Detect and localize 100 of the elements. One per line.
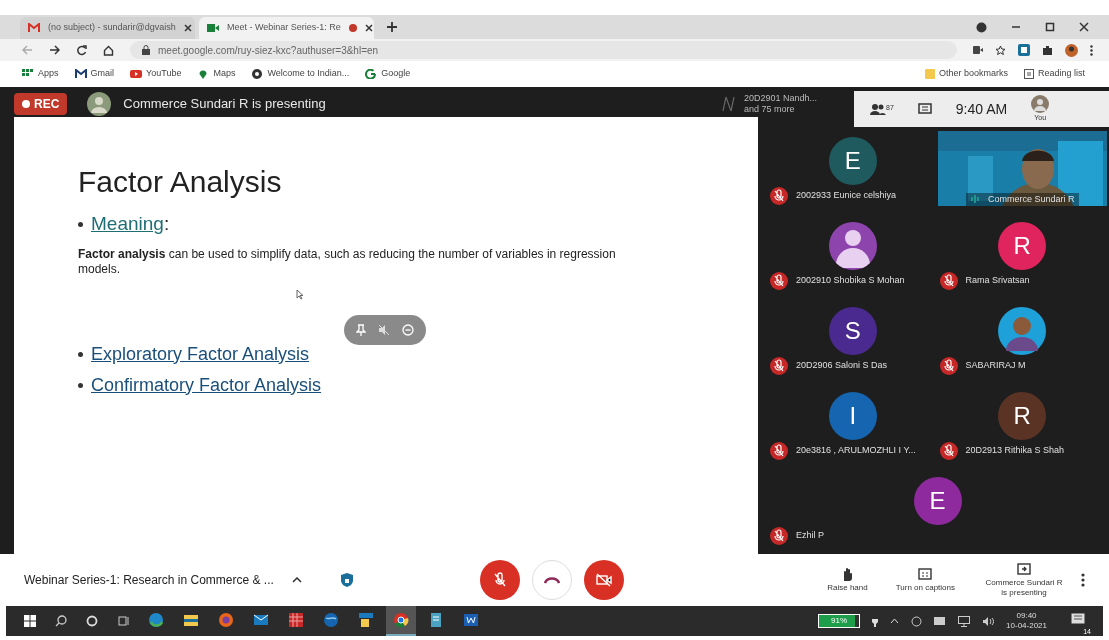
participant-name: 2002933 Eunice celshiya xyxy=(796,189,897,203)
bookmark-link[interactable]: Apps xyxy=(22,67,59,81)
search-icon[interactable] xyxy=(55,615,67,627)
bullet-icon xyxy=(78,351,83,357)
tool-icon[interactable] xyxy=(358,612,374,628)
reload-icon[interactable] xyxy=(76,44,87,56)
bookmark-link[interactable]: Google xyxy=(365,67,411,81)
present-icon xyxy=(1017,562,1031,576)
toolbar-button[interactable]: Commerce Sundari R is presenting xyxy=(983,562,1065,598)
mail-icon xyxy=(74,69,87,79)
chrome-icon[interactable] xyxy=(393,612,409,628)
muted-speaker-icon[interactable] xyxy=(378,324,390,336)
slide-paragraph: Factor analysis can be used to simplify data, such as reducing the number of variables in regression models. xyxy=(78,246,617,277)
participant-name: Commerce Sundari R xyxy=(988,192,1075,206)
participant-name: 2002910 Shobika S Mohan xyxy=(796,274,905,288)
play-icon xyxy=(130,69,143,79)
slide-link[interactable]: Confirmatory Factor Analysis xyxy=(91,371,322,399)
participant-name: Rama Srivatsan xyxy=(965,274,1030,288)
captions-icon xyxy=(918,567,933,581)
folder-icon xyxy=(924,69,935,79)
notification-icon[interactable] xyxy=(1071,613,1085,626)
participant-name: Ezhil P xyxy=(796,529,824,543)
minus-circle-icon[interactable] xyxy=(402,324,414,336)
mail-icon xyxy=(28,23,40,33)
people-icon xyxy=(870,103,886,115)
presenting-label: Commerce Sundari R is presenting xyxy=(123,95,326,114)
participant-name: SABARIRAJ M xyxy=(965,359,1026,373)
participant-name: 20D2913 Rithika S Shah xyxy=(965,444,1065,458)
browser-tab[interactable]: (no subject) - sundarir@dgvaish xyxy=(20,17,195,39)
volume-icon[interactable] xyxy=(982,615,995,627)
meaning-link[interactable]: Meaning xyxy=(91,210,164,239)
close-icon[interactable] xyxy=(364,24,373,32)
muted-mic-icon xyxy=(492,572,508,588)
bookmark-link[interactable]: YouTube xyxy=(130,67,182,81)
battery-percent: 91% xyxy=(830,615,849,627)
bookmark-link[interactable]: Gmail xyxy=(74,67,115,81)
chevron-up-icon[interactable] xyxy=(292,577,302,583)
shield-icon[interactable] xyxy=(340,572,354,588)
circle-icon[interactable] xyxy=(86,615,98,627)
camera-off-button[interactable] xyxy=(584,560,624,600)
bookmark-link[interactable]: Reading list xyxy=(1023,67,1085,81)
bookmark-link[interactable]: Maps xyxy=(197,67,236,81)
document-icon[interactable] xyxy=(428,612,444,628)
taskbar-clock[interactable]: 09:40 10-04-2021 xyxy=(1006,611,1047,631)
slide-link[interactable]: Exploratory Factor Analysis xyxy=(91,340,310,368)
star-icon[interactable] xyxy=(995,44,1006,56)
camera-off-icon xyxy=(596,573,612,587)
recording-badge: REC xyxy=(14,93,68,115)
camera-icon[interactable] xyxy=(973,46,983,54)
profile-icon[interactable] xyxy=(976,21,987,33)
avatar-initial: R xyxy=(998,222,1047,270)
address-bar[interactable]: meet.google.com/ruy-siez-kxc?authuser=3&hl=en xyxy=(130,41,957,59)
extension-icon[interactable] xyxy=(1018,44,1030,56)
clock-time: 9:40 AM xyxy=(955,99,1008,119)
network-icon[interactable] xyxy=(911,615,923,627)
participant-summary: and 75 more xyxy=(744,104,796,115)
forward-arrow-icon[interactable] xyxy=(49,45,60,55)
fox-icon[interactable] xyxy=(218,612,234,628)
hang-up-button[interactable] xyxy=(532,560,572,600)
home-icon[interactable] xyxy=(103,44,114,56)
new-tab-icon[interactable] xyxy=(386,21,398,33)
apps-grid-icon xyxy=(22,69,34,79)
mouse-cursor-icon xyxy=(296,289,304,300)
list-icon xyxy=(1023,69,1034,79)
browser-tab[interactable]: Meet - Webinar Series-1: Re xyxy=(199,17,374,39)
toolbar-button[interactable]: Turn on captions xyxy=(895,567,955,593)
word-icon[interactable] xyxy=(463,612,479,628)
menu-icon[interactable] xyxy=(1090,44,1093,56)
grid-icon[interactable] xyxy=(288,612,304,628)
lock-icon xyxy=(142,45,150,55)
camera-icon xyxy=(207,23,219,33)
slide-title: Factor Analysis xyxy=(78,164,283,200)
chat-icon[interactable] xyxy=(917,102,932,116)
monitor-icon[interactable] xyxy=(958,615,971,627)
meeting-title: Webinar Series-1: Research in Commerce & ... xyxy=(24,572,275,589)
avatar-icon[interactable] xyxy=(1065,43,1078,57)
more-options-icon[interactable] xyxy=(1081,573,1085,587)
pin-icon[interactable] xyxy=(356,324,366,336)
envelope-icon[interactable] xyxy=(253,612,269,628)
browser-icon[interactable] xyxy=(148,612,164,628)
avatar-initial: E xyxy=(913,477,962,525)
folder-icon[interactable] xyxy=(183,612,199,628)
battery-icon[interactable] xyxy=(934,617,947,625)
participant-name: 20e3816 , ARULMOZHLI I Y... xyxy=(796,444,916,458)
toolbar-button[interactable]: Raise hand xyxy=(827,567,868,593)
task-view-icon[interactable] xyxy=(117,615,129,627)
close-icon[interactable] xyxy=(1079,22,1089,32)
phone-icon xyxy=(544,576,560,584)
avatar-initial: S xyxy=(828,307,877,355)
globe-icon[interactable] xyxy=(323,612,339,628)
bookmark-link[interactable]: Welcome to Indian... xyxy=(251,67,350,81)
letter-g-icon xyxy=(365,69,378,79)
bullet-icon xyxy=(78,382,83,388)
mute-button[interactable] xyxy=(480,560,520,600)
windows-icon[interactable] xyxy=(24,615,36,627)
url-text: meet.google.com/ruy-siez-kxc?authuser=3&hl=en xyxy=(158,43,379,58)
bookmark-link[interactable]: Other bookmarks xyxy=(924,67,1008,81)
restore-icon[interactable] xyxy=(1045,22,1055,32)
close-icon[interactable] xyxy=(183,24,192,32)
participant-name: 20D2906 Saloni S Das xyxy=(796,359,888,373)
